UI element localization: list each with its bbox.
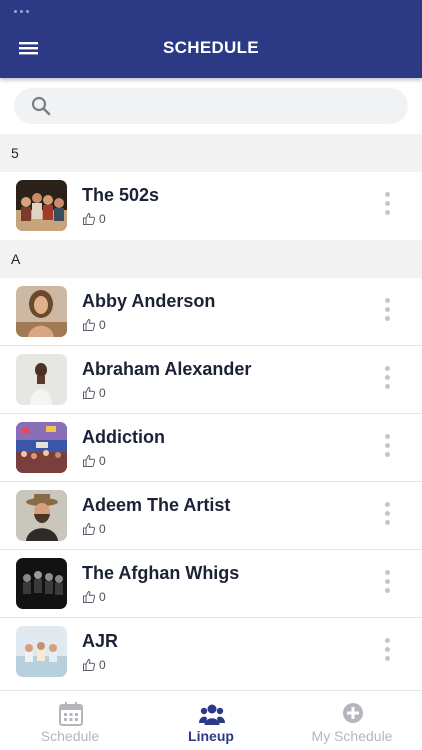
- section-letter: A: [11, 251, 21, 267]
- more-options-icon[interactable]: [378, 570, 396, 600]
- artist-row[interactable]: Abby Anderson 0: [0, 278, 422, 346]
- artist-name: Addiction: [82, 427, 165, 447]
- like-count-value: 0: [99, 386, 106, 400]
- artist-row[interactable]: Abraham Alexander 0: [0, 346, 422, 414]
- artist-thumbnail: [16, 626, 67, 677]
- like-count[interactable]: 0: [82, 590, 106, 604]
- like-count-value: 0: [99, 454, 106, 468]
- like-count[interactable]: 0: [82, 212, 106, 226]
- artist-name: Abby Anderson: [82, 291, 216, 311]
- artist-thumbnail: [16, 490, 67, 541]
- artist-name: Abraham Alexander: [82, 359, 252, 379]
- tab-label: My Schedule: [311, 728, 393, 744]
- add-circle-icon: [340, 701, 366, 727]
- section-header-a: A: [0, 240, 422, 278]
- like-count[interactable]: 0: [82, 522, 106, 536]
- artist-name: The 502s: [82, 185, 160, 205]
- bottom-tab-bar: Schedule Lineup My Schedule: [0, 690, 422, 750]
- tab-lineup[interactable]: Lineup: [141, 691, 281, 750]
- thumbs-up-icon: [83, 212, 96, 225]
- status-bar: [14, 0, 54, 13]
- artist-thumbnail: [16, 422, 67, 473]
- thumbs-up-icon: [83, 522, 96, 535]
- like-count-value: 0: [99, 658, 106, 672]
- like-count[interactable]: 0: [82, 658, 106, 672]
- thumbs-up-icon: [83, 590, 96, 603]
- like-count-value: 0: [99, 318, 106, 332]
- search-field[interactable]: [14, 88, 408, 124]
- app-header: SCHEDULE: [0, 0, 422, 78]
- more-options-icon[interactable]: [378, 638, 396, 668]
- thumbs-up-icon: [83, 318, 96, 331]
- like-count-value: 0: [99, 212, 106, 226]
- more-options-icon[interactable]: [378, 366, 396, 396]
- more-options-icon[interactable]: [378, 434, 396, 464]
- tab-my-schedule[interactable]: My Schedule: [282, 691, 422, 750]
- artist-name: Adeem The Artist: [82, 495, 231, 515]
- section-letter: 5: [11, 145, 19, 161]
- search-icon: [30, 95, 52, 117]
- like-count-value: 0: [99, 522, 106, 536]
- like-count[interactable]: 0: [82, 318, 106, 332]
- calendar-icon: [58, 701, 84, 727]
- people-icon: [199, 701, 225, 727]
- thumbs-up-icon: [83, 454, 96, 467]
- tab-label: Lineup: [188, 728, 234, 744]
- artist-row[interactable]: The 502s 0: [0, 172, 422, 240]
- hamburger-menu-icon[interactable]: [14, 34, 44, 62]
- artist-row[interactable]: Addiction 0: [0, 414, 422, 482]
- artist-thumbnail: [16, 286, 67, 337]
- thumbs-up-icon: [83, 386, 96, 399]
- page-title: SCHEDULE: [163, 38, 259, 57]
- more-options-icon[interactable]: [378, 298, 396, 328]
- artist-thumbnail: [16, 354, 67, 405]
- like-count-value: 0: [99, 590, 106, 604]
- search-bar-container: [0, 78, 422, 134]
- more-options-icon[interactable]: [378, 502, 396, 532]
- artist-row[interactable]: AJR 0: [0, 618, 422, 686]
- artist-name: The Afghan Whigs: [82, 563, 240, 583]
- like-count[interactable]: 0: [82, 386, 106, 400]
- more-options-icon[interactable]: [378, 192, 396, 222]
- search-input[interactable]: [60, 88, 390, 124]
- like-count[interactable]: 0: [82, 454, 106, 468]
- tab-schedule[interactable]: Schedule: [0, 691, 140, 750]
- thumbs-up-icon: [83, 658, 96, 671]
- artist-thumbnail: [16, 558, 67, 609]
- artist-row[interactable]: Adeem The Artist 0: [0, 482, 422, 550]
- tab-label: Schedule: [40, 728, 100, 744]
- artist-thumbnail: [16, 180, 67, 231]
- artist-name: AJR: [82, 631, 119, 651]
- section-header-5: 5: [0, 134, 422, 172]
- artist-row[interactable]: The Afghan Whigs 0: [0, 550, 422, 618]
